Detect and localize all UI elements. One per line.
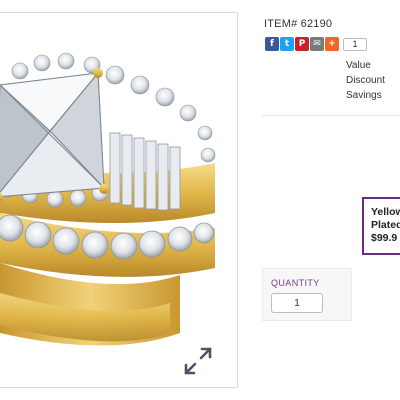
quantity-panel: QUANTITY bbox=[262, 268, 352, 321]
variant-line-1: Yellow bbox=[371, 206, 400, 218]
price-labels: Value Discount Savings bbox=[346, 58, 385, 103]
pinterest-icon[interactable]: P bbox=[295, 37, 309, 51]
quantity-label: QUANTITY bbox=[271, 278, 320, 288]
quantity-input[interactable] bbox=[271, 293, 323, 313]
product-page: ITEM# 62190 f t P ✉ + 1 Value Discount S… bbox=[0, 0, 400, 400]
share-count: 1 bbox=[343, 37, 367, 51]
variant-price: $99.9 bbox=[371, 232, 398, 244]
product-info-panel: ITEM# 62190 f t P ✉ + 1 Value Discount S… bbox=[262, 8, 400, 116]
product-image[interactable] bbox=[0, 13, 238, 388]
share-bar: f t P ✉ + 1 bbox=[265, 37, 367, 51]
facebook-icon[interactable]: f bbox=[265, 37, 279, 51]
expand-image-icon[interactable] bbox=[180, 343, 216, 379]
email-icon[interactable]: ✉ bbox=[310, 37, 324, 51]
twitter-icon[interactable]: t bbox=[280, 37, 294, 51]
savings-label: Savings bbox=[346, 90, 382, 101]
item-number: ITEM# 62190 bbox=[264, 18, 333, 30]
variant-option-yellow-plated[interactable]: Yellow Plated $99.9 bbox=[362, 197, 400, 255]
value-label: Value bbox=[346, 60, 371, 71]
discount-label: Discount bbox=[346, 75, 385, 86]
product-image-frame bbox=[0, 12, 238, 388]
variant-line-2: Plated bbox=[371, 219, 400, 231]
more-share-icon[interactable]: + bbox=[325, 37, 339, 51]
